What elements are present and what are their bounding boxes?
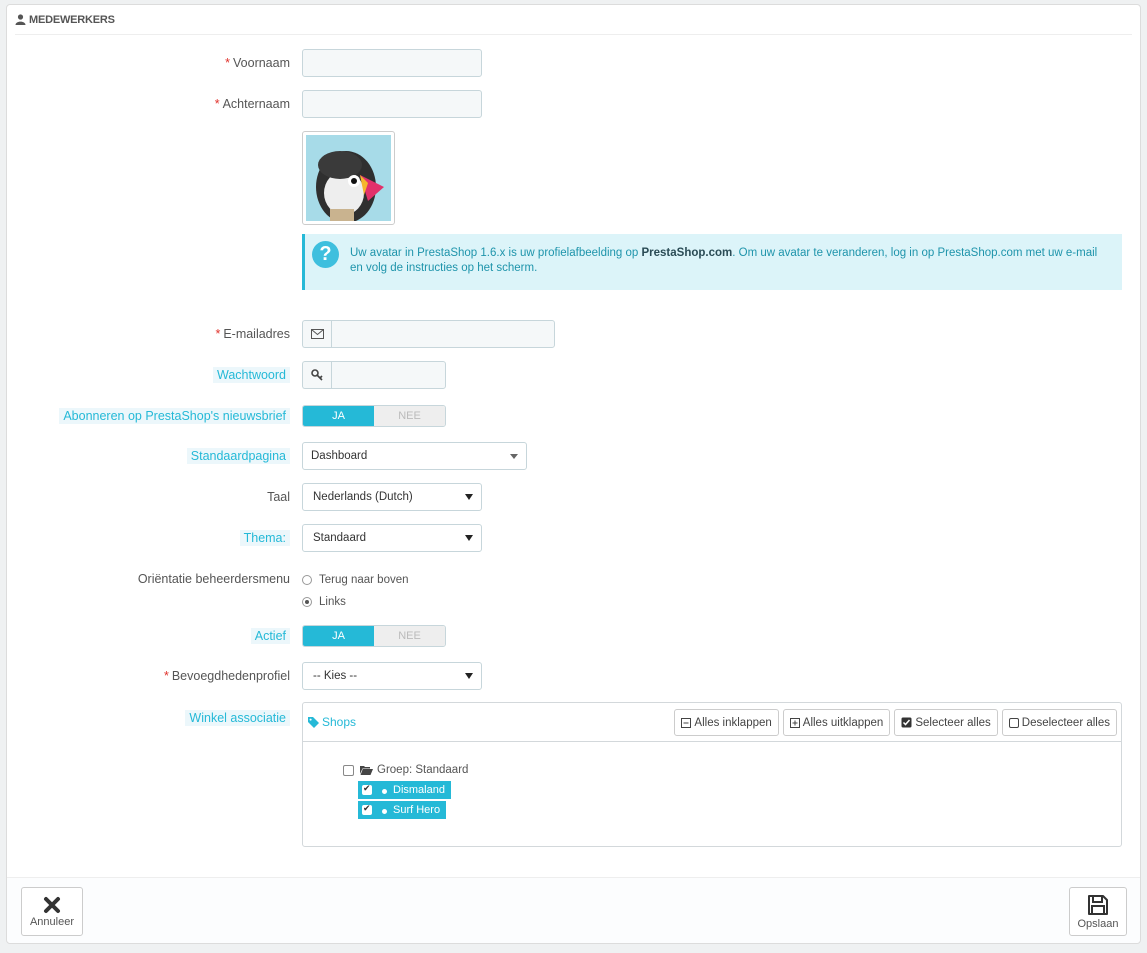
- newsletter-switch-no[interactable]: NEE: [374, 406, 445, 426]
- collapse-all-button[interactable]: Alles inklappen: [674, 709, 779, 736]
- group-node: Groep: Standaard: [343, 761, 468, 779]
- deselect-all-button[interactable]: Deselecteer alles: [1001, 709, 1117, 736]
- language-label: Taal: [267, 490, 290, 504]
- panel-footer: Annuleer Opslaan: [7, 877, 1140, 943]
- default-page-row: Standaardpagina Dashboard: [7, 442, 1140, 470]
- shop-tree-body: Groep: Standaard Dismaland Surf Hero: [343, 761, 468, 819]
- shop-association-label: Winkel associatie: [185, 710, 290, 726]
- shop-tree-title: Shops: [308, 715, 356, 729]
- radio-option-left[interactable]: Links: [302, 592, 409, 612]
- panel-heading: MEDEWERKERS: [15, 5, 1132, 35]
- plus-square-icon: [789, 717, 800, 728]
- shop-checkbox[interactable]: [362, 803, 372, 815]
- shop-checkbox[interactable]: [362, 783, 372, 795]
- avatar-info-alert: ? Uw avatar in PrestaShop 1.6.x is uw pr…: [302, 234, 1122, 290]
- dot-icon: [382, 789, 387, 794]
- avatar-info-text: Uw avatar in PrestaShop 1.6.x is uw prof…: [350, 247, 1098, 274]
- radio-left[interactable]: [302, 597, 312, 607]
- firstname-label: * Voornaam: [225, 56, 290, 70]
- check-square-icon: [901, 717, 912, 728]
- key-icon: [302, 361, 331, 389]
- menu-orientation-options: Terug naar boven Links: [302, 570, 409, 612]
- menu-orientation-label: Oriëntatie beheerdersmenu: [137, 572, 290, 586]
- language-value: Nederlands (Dutch): [313, 491, 413, 503]
- shop-tree-buttons: Alles inklappen Alles uitklappen Selecte…: [674, 709, 1117, 736]
- active-label: Actief: [250, 628, 290, 644]
- user-icon: [15, 14, 26, 25]
- active-switch-yes[interactable]: JA: [303, 626, 374, 646]
- save-button[interactable]: Opslaan: [1069, 887, 1127, 936]
- password-label: Wachtwoord: [212, 367, 290, 383]
- employee-panel: MEDEWERKERS * Voornaam * Achternaam ? Uw…: [6, 4, 1141, 944]
- puffin-avatar-image: [306, 135, 391, 223]
- theme-label: Thema:: [239, 530, 290, 546]
- theme-value: Standaard: [313, 532, 367, 544]
- question-icon: ?: [312, 241, 339, 268]
- language-select[interactable]: Nederlands (Dutch): [302, 483, 482, 511]
- theme-select[interactable]: Standaard: [302, 524, 482, 552]
- radio-option-top[interactable]: Terug naar boven: [302, 570, 409, 590]
- firstname-input[interactable]: [302, 49, 482, 77]
- minus-square-icon: [681, 717, 692, 728]
- default-page-select[interactable]: Dashboard: [302, 442, 527, 470]
- newsletter-switch-yes[interactable]: JA: [303, 406, 374, 426]
- shop-item-dismaland[interactable]: Dismaland: [358, 781, 451, 799]
- default-page-label: Standaardpagina: [186, 448, 290, 464]
- email-input[interactable]: [331, 320, 555, 348]
- password-group: [302, 361, 446, 389]
- avatar-info-row: ? Uw avatar in PrestaShop 1.6.x is uw pr…: [7, 234, 1140, 290]
- panel-title: MEDEWERKERS: [29, 13, 115, 26]
- folder-open-icon: [360, 766, 373, 775]
- tag-icon: [308, 716, 319, 728]
- email-label: * E-mailadres: [215, 327, 290, 341]
- shop-tree-header: Shops Alles inklappen Alles uitklappen S…: [303, 703, 1121, 742]
- floppy-disk-icon: [1088, 894, 1108, 915]
- avatar: [302, 131, 395, 225]
- active-switch[interactable]: JA NEE: [302, 625, 446, 647]
- language-row: Taal Nederlands (Dutch): [7, 483, 1140, 511]
- shop-item-surf-hero[interactable]: Surf Hero: [358, 801, 447, 819]
- newsletter-switch[interactable]: JA NEE: [302, 405, 446, 427]
- cancel-button[interactable]: Annuleer: [21, 887, 83, 936]
- lastname-input[interactable]: [302, 90, 482, 118]
- dot-icon: [382, 809, 387, 814]
- password-input[interactable]: [331, 361, 446, 389]
- expand-all-button[interactable]: Alles uitklappen: [782, 709, 891, 736]
- email-group: [302, 320, 555, 348]
- lastname-label: * Achternaam: [214, 97, 290, 111]
- prestashop-brand: PrestaShop.com: [641, 247, 733, 259]
- active-switch-no[interactable]: NEE: [374, 626, 445, 646]
- profile-label: * Bevoegdhedenprofiel: [163, 669, 290, 683]
- close-icon: [44, 896, 60, 913]
- profile-value: -- Kies --: [313, 670, 358, 682]
- select-all-button[interactable]: Selecteer alles: [894, 709, 998, 736]
- envelope-icon: [302, 320, 331, 348]
- chevron-down-icon: [510, 454, 518, 459]
- shop-tree: Shops Alles inklappen Alles uitklappen S…: [302, 702, 1122, 847]
- caret-down-icon: [465, 494, 473, 500]
- profile-select[interactable]: -- Kies --: [302, 662, 482, 690]
- newsletter-label: Abonneren op PrestaShop's nieuwsbrief: [59, 408, 290, 424]
- theme-row: Thema: Standaard: [7, 524, 1140, 552]
- default-page-value: Dashboard: [311, 450, 368, 462]
- shop-association-row: Winkel associatie Shops Alles inklappen …: [7, 702, 1140, 847]
- profile-row: * Bevoegdhedenprofiel -- Kies --: [7, 662, 1140, 690]
- caret-down-icon: [465, 535, 473, 541]
- group-label: Groep: Standaard: [377, 764, 469, 776]
- caret-down-icon: [465, 673, 473, 679]
- group-checkbox[interactable]: [343, 764, 354, 776]
- empty-square-icon: [1008, 717, 1019, 728]
- radio-top[interactable]: [302, 575, 312, 585]
